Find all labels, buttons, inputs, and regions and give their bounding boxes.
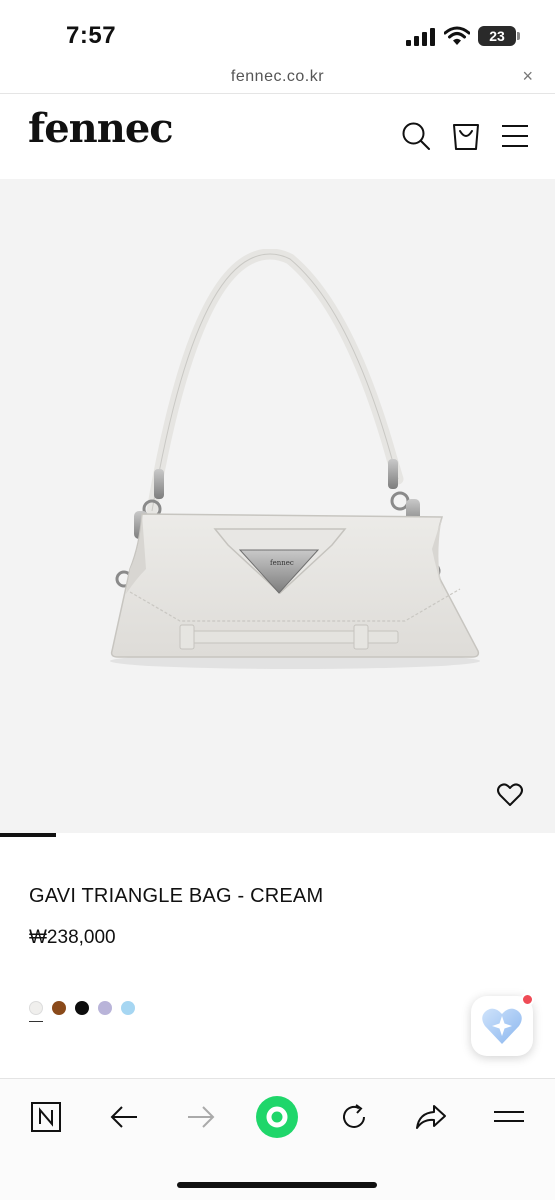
- reload-icon[interactable]: [334, 1097, 374, 1137]
- close-icon[interactable]: ×: [522, 66, 533, 87]
- bag-illustration: fennec: [110, 249, 480, 669]
- swatch-lavender[interactable]: [98, 1001, 112, 1015]
- swatch-cream[interactable]: [29, 1001, 43, 1015]
- url-text[interactable]: fennec.co.kr: [0, 68, 555, 86]
- site-header: fennec: [0, 95, 555, 179]
- forward-arrow-icon[interactable]: [181, 1097, 221, 1137]
- swatch-sky-blue[interactable]: [121, 1001, 135, 1015]
- status-bar: 7:57 23: [0, 0, 555, 64]
- selected-swatch-underline: [29, 1021, 43, 1022]
- menu-icon[interactable]: [500, 121, 530, 151]
- back-arrow-icon[interactable]: [104, 1097, 144, 1137]
- cellular-signal-icon: [406, 28, 435, 46]
- heart-sparkle-icon: [482, 1008, 522, 1044]
- menu-icon[interactable]: [489, 1097, 529, 1137]
- home-indicator: [177, 1182, 377, 1188]
- product-price: ₩238,000: [29, 927, 116, 948]
- svg-text:fennec: fennec: [270, 559, 294, 567]
- status-time: 7:57: [66, 22, 117, 49]
- swatch-black[interactable]: [75, 1001, 89, 1015]
- share-icon[interactable]: [411, 1097, 451, 1137]
- shopping-bag-icon[interactable]: [451, 121, 481, 151]
- naver-icon[interactable]: [26, 1097, 66, 1137]
- slide-indicator-bar: [0, 833, 56, 837]
- swatch-brown[interactable]: [52, 1001, 66, 1015]
- search-icon[interactable]: [401, 121, 431, 151]
- product-image[interactable]: fennec: [0, 179, 555, 833]
- battery-icon: 23: [478, 26, 520, 46]
- green-dot-icon[interactable]: [256, 1096, 298, 1138]
- product-name: GAVI TRIANGLE BAG - CREAM: [29, 885, 324, 907]
- heart-icon[interactable]: [496, 781, 524, 809]
- notification-dot: [521, 993, 534, 1006]
- image-slide-indicator: [0, 833, 555, 837]
- wifi-icon: [444, 26, 470, 45]
- site-logo[interactable]: fennec: [28, 105, 174, 152]
- url-bar[interactable]: fennec.co.kr ×: [0, 64, 555, 94]
- floating-app-button[interactable]: [471, 993, 534, 1056]
